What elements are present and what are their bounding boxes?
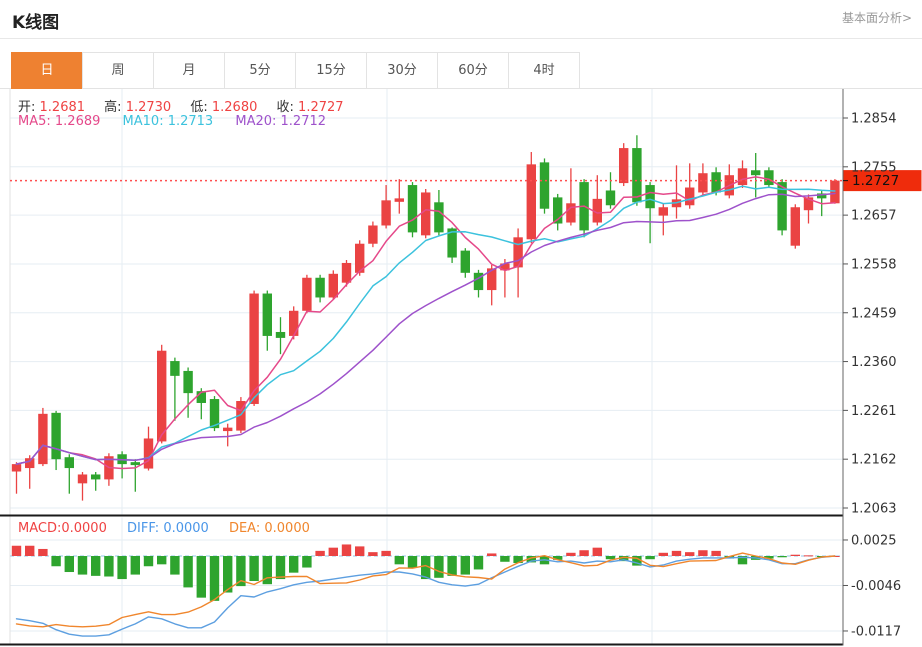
timeframe-tabs: 日周月 5分 15分 30分 60分 4时 [11,52,580,89]
svg-text:0.0025: 0.0025 [851,533,897,548]
svg-text:1.2727: 1.2727 [852,173,899,189]
svg-text:1.2261: 1.2261 [851,404,897,419]
ma20-value: 1.2712 [280,114,327,129]
diff-value: 0.0000 [163,521,209,536]
svg-text:1.2558: 1.2558 [851,257,897,272]
ohlc-legend: 开: 1.2681 高: 1.2730 低: 1.2680 收: 1.2727 [18,96,359,115]
svg-text:1.2063: 1.2063 [851,502,897,517]
svg-text:1.2459: 1.2459 [851,306,897,321]
tab-30min[interactable]: 30分 [366,52,438,89]
macd-legend: MACD:0.0000 DIFF: 0.0000 DEA: 0.0000 [18,521,310,536]
tab-60min[interactable]: 60分 [437,52,509,89]
svg-text:1.2854: 1.2854 [851,112,897,127]
svg-text:-0.0046: -0.0046 [851,579,901,594]
diff-label: DIFF: [127,521,160,536]
tab-4hour[interactable]: 4时 [508,52,580,89]
tab-week[interactable]: 周 [82,52,154,89]
high-label: 高: [104,100,122,115]
macd-label: MACD: [18,521,62,536]
open-value: 1.2681 [39,100,86,115]
svg-text:1.2755: 1.2755 [851,160,897,175]
ma-legend: MA5: 1.2689 MA10: 1.2713 MA20: 1.2712 [18,114,326,129]
svg-text:-0.0117: -0.0117 [851,624,901,639]
dea-label: DEA: [228,521,261,536]
ma10-label: MA10: [122,114,164,129]
tab-day[interactable]: 日 [11,52,83,89]
tab-month[interactable]: 月 [153,52,225,89]
ma5-label: MA5: [18,114,51,129]
svg-text:1.2657: 1.2657 [851,209,897,224]
macd-value: 0.0000 [61,521,107,536]
svg-text:1.2360: 1.2360 [851,355,897,370]
high-value: 1.2730 [125,100,172,115]
ma5-value: 1.2689 [54,114,101,129]
low-value: 1.2680 [211,100,258,115]
dea-value: 0.0000 [264,521,310,536]
svg-text:1.2162: 1.2162 [851,453,897,468]
open-label: 开: [18,100,36,115]
low-label: 低: [190,100,208,115]
close-value: 1.2727 [298,100,344,115]
close-label: 收: [276,100,294,115]
tab-5min[interactable]: 5分 [224,52,296,89]
tab-15min[interactable]: 15分 [295,52,367,89]
ma20-label: MA20: [235,114,277,129]
ma10-value: 1.2713 [167,114,214,129]
